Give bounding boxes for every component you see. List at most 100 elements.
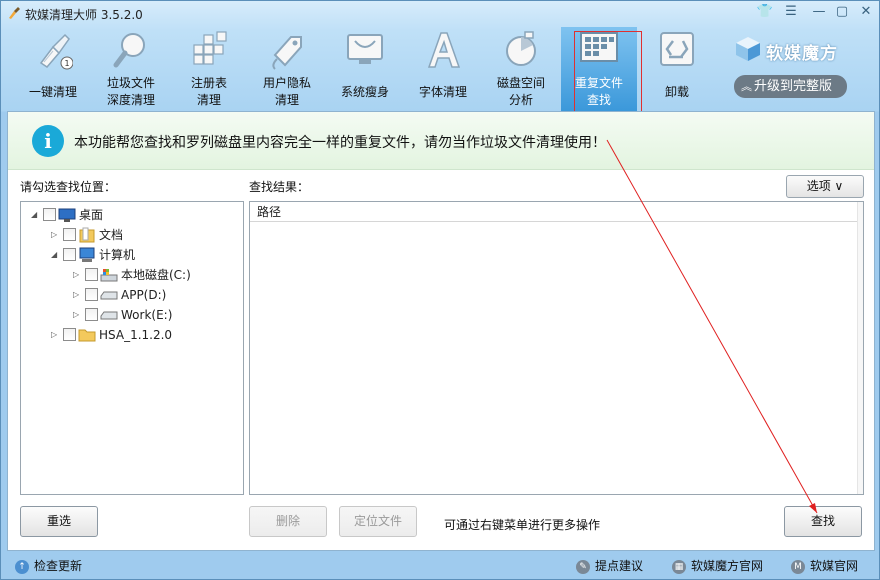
font-a-icon	[427, 32, 461, 68]
tree-node-documents[interactable]: ▷ 文档	[51, 225, 123, 243]
banner-text: 本功能帮您查找和罗列磁盘里内容完全一样的重复文件，请勿当作垃圾文件清理使用！	[74, 135, 606, 151]
m-logo-icon: M	[791, 559, 805, 574]
search-button[interactable]: 查找	[784, 506, 862, 537]
tool-font-clean[interactable]: 字体清理	[405, 27, 481, 111]
tool-disk-analysis[interactable]: 磁盘空间 分析	[483, 27, 559, 111]
tool-label: 用户隐私	[262, 76, 311, 90]
check-update-link[interactable]: ↑ 检查更新	[15, 558, 82, 574]
official-site-label: 软媒官网	[810, 559, 859, 573]
collapsed-arrow-icon[interactable]: ▷	[73, 306, 83, 324]
tree-label: 本地磁盘(C:)	[121, 267, 191, 282]
collapsed-arrow-icon[interactable]: ▷	[51, 226, 61, 244]
tool-uninstall[interactable]: 卸载	[639, 27, 715, 111]
delete-button[interactable]: 删除	[249, 506, 327, 537]
annotation-highlight-box	[574, 31, 642, 117]
brand-name: 软媒魔方	[766, 44, 838, 64]
checkbox[interactable]	[85, 288, 98, 301]
checkbox[interactable]	[85, 268, 98, 281]
tool-label-2: 分析	[508, 93, 533, 107]
magnifier-icon	[113, 33, 145, 68]
documents-folder-icon	[79, 227, 95, 242]
context-menu-hint: 可通过右键菜单进行更多操作	[444, 518, 601, 532]
tree-node-drive-c[interactable]: ▷ 本地磁盘(C:)	[73, 265, 191, 283]
tool-label: 一键清理	[28, 85, 77, 99]
scrollbar[interactable]	[857, 202, 863, 494]
computer-icon	[79, 247, 95, 262]
tree-node-drive-e[interactable]: ▷ Work(E:)	[73, 305, 172, 323]
tool-one-click-clean[interactable]: 1 一键清理	[15, 27, 91, 111]
results-list[interactable]: 路径	[249, 201, 864, 495]
collapsed-arrow-icon[interactable]: ▷	[51, 326, 61, 344]
cube-logo-icon	[736, 37, 760, 61]
mofang-site-link[interactable]: ▦ 软媒魔方官网	[672, 558, 763, 574]
info-icon: i	[32, 125, 64, 157]
tool-label: 字体清理	[418, 85, 467, 99]
tree-node-desktop[interactable]: ◢ 桌面	[31, 205, 103, 223]
tool-system-slim[interactable]: 系统瘦身	[327, 27, 403, 111]
drive-icon	[100, 311, 118, 319]
broom-app-icon	[9, 7, 20, 19]
column-header-path[interactable]: 路径	[250, 202, 858, 222]
tool-registry[interactable]: 注册表 清理	[171, 27, 247, 111]
mofang-site-label: 软媒魔方官网	[691, 559, 764, 573]
badge-count: 1	[64, 59, 69, 68]
skin-icon[interactable]: 👕	[754, 5, 776, 21]
tool-label: 卸载	[664, 85, 689, 99]
tree-label: 桌面	[79, 207, 104, 222]
close-button[interactable]: ✕	[855, 5, 877, 21]
tool-privacy[interactable]: 用户隐私 清理	[249, 27, 325, 111]
brand-logo[interactable]: 软媒魔方	[734, 35, 874, 65]
checkbox[interactable]	[63, 328, 76, 341]
tool-label: 磁盘空间	[496, 76, 545, 90]
tree-label: APP(D:)	[121, 287, 167, 302]
window-title: 软媒清理大师 3.5.2.0	[25, 8, 143, 22]
disk-chart-icon	[506, 31, 536, 66]
tool-label: 垃圾文件	[106, 76, 155, 90]
options-button[interactable]: 选项 ∨	[786, 175, 864, 198]
privacy-tag-icon	[272, 36, 302, 70]
maximize-button[interactable]: ▢	[831, 5, 853, 21]
locate-file-button[interactable]: 定位文件	[339, 506, 417, 537]
tool-label: 注册表	[190, 76, 227, 90]
checkbox[interactable]	[43, 208, 56, 221]
official-site-link[interactable]: M 软媒官网	[791, 558, 858, 574]
desktop-icon	[58, 208, 76, 222]
feedback-label: 提点建议	[595, 559, 644, 573]
results-label: 查找结果：	[249, 180, 310, 194]
title-bar: 软媒清理大师 3.5.2.0 👕 ☰ — ▢ ✕	[1, 1, 879, 27]
collapsed-arrow-icon[interactable]: ▷	[73, 286, 83, 304]
reset-button[interactable]: 重选	[20, 506, 98, 537]
upgrade-label: 升级到完整版	[754, 79, 833, 94]
checkbox[interactable]	[85, 308, 98, 321]
tree-node-computer[interactable]: ◢ 计算机	[51, 245, 135, 263]
checkbox[interactable]	[63, 228, 76, 241]
tree-label: 文档	[99, 227, 124, 242]
pencil-icon: ✎	[576, 559, 590, 574]
collapsed-arrow-icon[interactable]: ▷	[73, 266, 83, 284]
tool-junk-files[interactable]: 垃圾文件 深度清理	[93, 27, 169, 111]
double-chevron-up-icon: ︽	[741, 80, 752, 93]
tool-label: 系统瘦身	[340, 85, 389, 99]
app-window: 软媒清理大师 3.5.2.0 👕 ☰ — ▢ ✕ 1 一键清理 垃圾文件 深度清…	[0, 0, 880, 580]
minimize-button[interactable]: —	[808, 5, 830, 21]
grid-icon: ▦	[672, 559, 686, 574]
check-update-label: 检查更新	[34, 559, 83, 573]
feedback-link[interactable]: ✎ 提点建议	[576, 558, 643, 574]
location-label: 请勾选查找位置：	[20, 180, 117, 194]
info-banner: i 本功能帮您查找和罗列磁盘里内容完全一样的重复文件，请勿当作垃圾文件清理使用！	[8, 112, 874, 170]
expanded-arrow-icon[interactable]: ◢	[31, 206, 41, 224]
expanded-arrow-icon[interactable]: ◢	[51, 246, 61, 264]
tree-node-hsa-folder[interactable]: ▷ HSA_1.1.2.0	[51, 325, 172, 343]
drive-icon	[100, 291, 118, 299]
menu-icon[interactable]: ☰	[780, 5, 802, 21]
monitor-icon	[347, 34, 383, 64]
tree-node-drive-d[interactable]: ▷ APP(D:)	[73, 285, 166, 303]
update-arrow-icon: ↑	[15, 559, 29, 574]
tool-label-2: 深度清理	[106, 93, 155, 107]
registry-blocks-icon	[193, 31, 227, 65]
tree-label: Work(E:)	[121, 307, 173, 322]
upgrade-button[interactable]: ︽ 升级到完整版	[734, 75, 847, 98]
system-drive-icon	[100, 268, 118, 281]
checkbox[interactable]	[63, 248, 76, 261]
content-panel: i 本功能帮您查找和罗列磁盘里内容完全一样的重复文件，请勿当作垃圾文件清理使用！…	[7, 111, 875, 551]
